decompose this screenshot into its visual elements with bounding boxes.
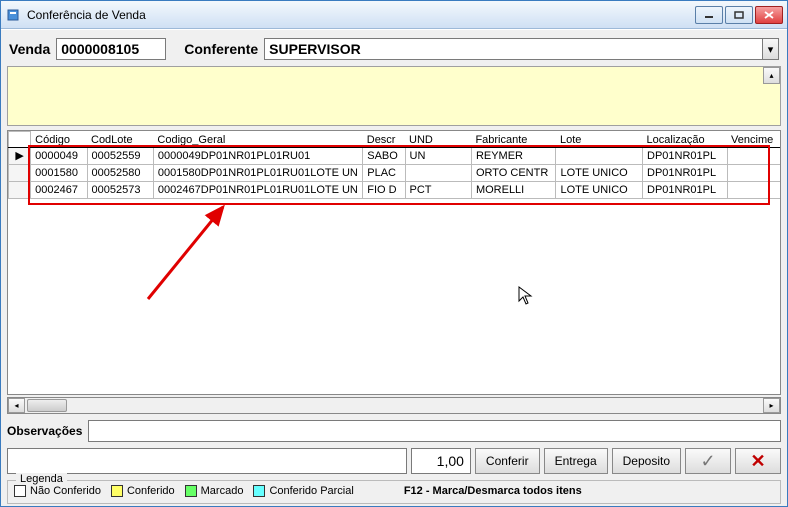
row-pointer-icon [9, 181, 31, 198]
cell-codgeral[interactable]: 0001580DP01NR01PL01RU01LOTE UN [153, 164, 362, 181]
cell-codlote[interactable]: 00052580 [87, 164, 153, 181]
cell-venc[interactable] [727, 164, 781, 181]
cell-codigo[interactable]: 0002467 [31, 181, 87, 198]
cell-fab[interactable]: MORELLI [471, 181, 556, 198]
cell-codlote[interactable]: 00052559 [87, 147, 153, 164]
maximize-button[interactable] [725, 6, 753, 24]
grid-hscroll[interactable]: ◂ ▸ [7, 397, 781, 414]
col-fabricante[interactable]: Fabricante [471, 132, 556, 148]
conferente-label: Conferente [184, 41, 258, 57]
cell-und[interactable]: PCT [405, 181, 471, 198]
content: Venda Conferente ▾ ▴ Códi [1, 29, 787, 506]
scroll-thumb[interactable] [27, 399, 67, 412]
row-pointer-icon: ▶ [9, 147, 31, 164]
observacoes-label: Observações [7, 424, 82, 438]
col-codlote[interactable]: CodLote [87, 132, 153, 148]
titlebar: Conferência de Venda [1, 1, 787, 29]
chevron-down-icon[interactable]: ▾ [762, 38, 779, 60]
col-codigo[interactable]: Código [31, 132, 87, 148]
legend-f12: F12 - Marca/Desmarca todos itens [404, 485, 582, 497]
close-button[interactable] [755, 6, 783, 24]
swatch-icon [253, 485, 265, 497]
col-codgeral[interactable]: Codigo_Geral [153, 132, 362, 148]
cell-lote[interactable]: LOTE UNICO [556, 164, 643, 181]
observacoes-row: Observações [7, 420, 781, 442]
cell-venc[interactable] [727, 147, 781, 164]
info-panel: ▴ [7, 66, 781, 126]
legend: Legenda Não Conferido Conferido Marcado … [7, 480, 781, 504]
scroll-left-icon[interactable]: ◂ [8, 398, 25, 413]
header-row: Venda Conferente ▾ [7, 36, 781, 62]
legend-title: Legenda [16, 473, 67, 485]
col-descr[interactable]: Descr [363, 132, 405, 148]
cell-descr[interactable]: SABO [363, 147, 405, 164]
col-und[interactable]: UND [405, 132, 471, 148]
app-icon [5, 7, 21, 23]
table-row[interactable]: 0001580 00052580 0001580DP01NR01PL01RU01… [9, 164, 782, 181]
cursor-icon [518, 286, 534, 311]
table-row[interactable]: ▶ 0000049 00052559 0000049DP01NR01PL01RU… [9, 147, 782, 164]
row-pointer-icon [9, 164, 31, 181]
cell-descr[interactable]: PLAC [363, 164, 405, 181]
cell-loc[interactable]: DP01NR01PL [643, 181, 728, 198]
table-row[interactable]: 0002467 00052573 0002467DP01NR01PL01RU01… [9, 181, 782, 198]
entrega-button[interactable]: Entrega [544, 448, 608, 474]
venda-field[interactable] [56, 38, 166, 60]
swatch-icon [185, 485, 197, 497]
cell-fab[interactable]: ORTO CENTR [471, 164, 556, 181]
cell-codlote[interactable]: 00052573 [87, 181, 153, 198]
qty-field[interactable] [411, 448, 471, 474]
action-row: Conferir Entrega Deposito ✓ ✕ [7, 448, 781, 474]
scroll-up-icon[interactable]: ▴ [763, 67, 780, 84]
cell-lote[interactable]: LOTE UNICO [556, 181, 643, 198]
col-lote[interactable]: Lote [556, 132, 643, 148]
window-title: Conferência de Venda [27, 8, 695, 22]
legend-nao-conferido: Não Conferido [14, 485, 101, 497]
cell-descr[interactable]: FIO D [363, 181, 405, 198]
arrow-annotation [128, 189, 248, 309]
cell-venc[interactable] [727, 181, 781, 198]
cell-lote[interactable] [556, 147, 643, 164]
swatch-icon [14, 485, 26, 497]
cell-und[interactable]: UN [405, 147, 471, 164]
cell-loc[interactable]: DP01NR01PL [643, 147, 728, 164]
grid-header-row: Código CodLote Codigo_Geral Descr UND Fa… [9, 132, 782, 148]
scroll-right-icon[interactable]: ▸ [763, 398, 780, 413]
cell-codigo[interactable]: 0000049 [31, 147, 87, 164]
minimize-button[interactable] [695, 6, 723, 24]
cell-codgeral[interactable]: 0000049DP01NR01PL01RU01 [153, 147, 362, 164]
col-vencime[interactable]: Vencime [727, 132, 781, 148]
cancel-button[interactable]: ✕ [735, 448, 781, 474]
legend-conferido-parcial: Conferido Parcial [253, 485, 353, 497]
deposito-button[interactable]: Deposito [612, 448, 681, 474]
barcode-field[interactable] [7, 448, 407, 474]
observacoes-field[interactable] [88, 420, 781, 442]
window-buttons [695, 6, 783, 24]
cell-und[interactable] [405, 164, 471, 181]
conferente-combo[interactable]: ▾ [264, 38, 779, 60]
cell-codigo[interactable]: 0001580 [31, 164, 87, 181]
grid[interactable]: Código CodLote Codigo_Geral Descr UND Fa… [7, 130, 781, 395]
legend-marcado: Marcado [185, 485, 244, 497]
cell-fab[interactable]: REYMER [471, 147, 556, 164]
cell-codgeral[interactable]: 0002467DP01NR01PL01RU01LOTE UN [153, 181, 362, 198]
window: Conferência de Venda Venda Conferente ▾ … [0, 0, 788, 507]
col-ptr [9, 132, 31, 148]
conferente-field[interactable] [264, 38, 762, 60]
venda-label: Venda [9, 41, 50, 57]
confirm-button[interactable]: ✓ [685, 448, 731, 474]
x-icon: ✕ [750, 451, 765, 472]
col-localizacao[interactable]: Localização [643, 132, 728, 148]
cell-loc[interactable]: DP01NR01PL [643, 164, 728, 181]
conferir-button[interactable]: Conferir [475, 448, 540, 474]
swatch-icon [111, 485, 123, 497]
check-icon: ✓ [700, 451, 715, 472]
grid-table: Código CodLote Codigo_Geral Descr UND Fa… [8, 131, 781, 199]
legend-conferido: Conferido [111, 485, 175, 497]
